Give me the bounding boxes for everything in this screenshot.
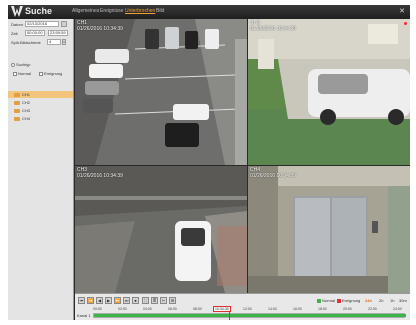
list-button[interactable]: ≣	[151, 297, 158, 304]
search-type-row[interactable]: Suchtyp	[11, 62, 30, 67]
top-bar: Suche Allgemeines Ereignisse Unterbroche…	[8, 5, 410, 19]
camera-image	[248, 19, 410, 165]
legend-normal: Normal	[317, 298, 335, 303]
skip-back-button[interactable]: ⏮	[78, 297, 85, 304]
close-icon[interactable]: ✕	[399, 7, 405, 15]
timeline-tick: 14:00	[268, 307, 277, 311]
camera-view-ch1[interactable]: CH1 01/26/2016 10:34:39	[75, 19, 247, 165]
timeline-tick: 08:00	[193, 307, 202, 311]
zoom-24h[interactable]: 24h	[365, 298, 372, 303]
camera-view-ch3[interactable]: CH3 01/26/2016 10:34:39	[75, 166, 247, 293]
zoom-1h[interactable]: 1h	[390, 298, 394, 303]
timeline-tick: 22:00	[368, 307, 377, 311]
camera-image	[248, 166, 410, 293]
channel-label: CH1	[22, 92, 31, 97]
nav-general[interactable]: Allgemeines	[72, 8, 99, 14]
event-option[interactable]: Ereignung	[39, 71, 62, 76]
channel-ch3[interactable]: CH3	[8, 107, 73, 114]
time-from-field[interactable]: 00:00:00	[25, 30, 45, 36]
camera-view-ch4[interactable]: CH4 01/26/2016 10:34:39	[248, 166, 410, 293]
split-select[interactable]: 4	[47, 39, 61, 45]
camera-timestamp: 01/26/2016 10:34:39	[250, 26, 296, 32]
calendar-icon[interactable]	[61, 21, 67, 27]
timeline-track[interactable]	[93, 313, 406, 318]
recording-segment	[94, 314, 406, 317]
timeline-tick: 04:00	[143, 307, 152, 311]
camera-timestamp: 01/26/2016 10:34:39	[77, 173, 123, 179]
stop-button[interactable]: ⏹	[132, 297, 139, 304]
camera-image	[75, 166, 247, 293]
search-panel: Datum 02/13/2016 Zeit 00:00:00 23:59:59 …	[8, 19, 74, 320]
playhead-time: 10:34:39	[213, 306, 231, 312]
recording-indicator	[404, 22, 407, 25]
skip-forward-button[interactable]: ⏭	[123, 297, 130, 304]
search-window: Suche Allgemeines Ereignisse Unterbroche…	[8, 5, 410, 320]
timeline-tick: 18:00	[318, 307, 327, 311]
camera-timestamp: 01/26/2016 10:34:39	[77, 26, 123, 32]
timeline-tick: 16:00	[293, 307, 302, 311]
timeline-tick: 12:00	[243, 307, 252, 311]
camera-view-ch2[interactable]: CH2 01/26/2016 10:34:39	[248, 19, 410, 165]
normal-option[interactable]: Normal	[13, 71, 31, 76]
fast-forward-button[interactable]: ⏩	[114, 297, 121, 304]
normal-label: Normal	[18, 71, 31, 76]
rewind-button[interactable]: ⏪	[87, 297, 94, 304]
timeline-tick: 00:00	[93, 307, 102, 311]
window-title: Suche	[25, 6, 53, 16]
folder-icon	[14, 108, 20, 113]
camera-image	[75, 19, 247, 165]
legend-event-label: Ereignung	[342, 298, 361, 303]
search-type-label: Suchtyp	[16, 62, 31, 67]
channel-ch2[interactable]: CH2	[8, 99, 73, 106]
channel-label: CH4	[22, 116, 31, 121]
legend-normal-swatch	[317, 298, 321, 303]
nav-events[interactable]: Ereignisse	[100, 8, 123, 14]
nav-interrupted[interactable]: Unterbrochen	[125, 8, 155, 14]
search-type-radio[interactable]	[11, 62, 15, 67]
play-button[interactable]: ▶	[105, 297, 112, 304]
clip-button[interactable]: ✂	[160, 297, 167, 304]
timeline-tick: 02:00	[118, 307, 127, 311]
nav-image[interactable]: Bild	[156, 8, 164, 14]
date-field[interactable]: 02/13/2016	[25, 21, 59, 27]
legend-event: Ereignung	[337, 298, 360, 303]
channel-label: CH3	[22, 108, 31, 113]
timeline-tick: 24:00	[393, 307, 402, 311]
event-label: Ereignung	[44, 71, 63, 76]
chevron-down-icon[interactable]: ▾	[62, 39, 66, 45]
channel-label: CH2	[22, 100, 31, 105]
date-label: Datum	[11, 22, 23, 27]
split-label: Split-Bildschirme	[11, 40, 41, 45]
legend-event-swatch	[337, 298, 341, 303]
folder-icon	[14, 116, 20, 121]
grid-button[interactable]: ⊞	[169, 297, 176, 304]
fullscreen-button[interactable]: ⛶	[142, 297, 149, 304]
logo-icon	[11, 6, 23, 17]
time-to-field[interactable]: 23:59:59	[48, 30, 68, 36]
time-label: Zeit	[11, 31, 18, 36]
channel-ch4[interactable]: CH4	[8, 115, 73, 122]
track-label: Kanal 1	[77, 313, 91, 318]
legend-normal-label: Normal	[322, 298, 335, 303]
timeline-tick: 20:00	[343, 307, 352, 311]
folder-icon	[14, 100, 20, 105]
play-reverse-button[interactable]: ◀	[96, 297, 103, 304]
timeline-tick: 06:00	[168, 307, 177, 311]
folder-icon	[14, 92, 20, 97]
playback-panel: ⏮ ⏪ ◀ ▶ ⏩ ⏭ ⏹ ⛶ ≣ ✂ ⊞ Normal Ereignung 2…	[75, 293, 410, 320]
zoom-30m[interactable]: 30m	[399, 298, 407, 303]
zoom-2h[interactable]: 2h	[379, 298, 383, 303]
camera-timestamp: 01/26/2016 10:34:39	[250, 173, 296, 179]
normal-checkbox[interactable]	[13, 71, 17, 76]
event-checkbox[interactable]	[39, 71, 43, 76]
channel-ch1[interactable]: CH1	[8, 91, 73, 98]
